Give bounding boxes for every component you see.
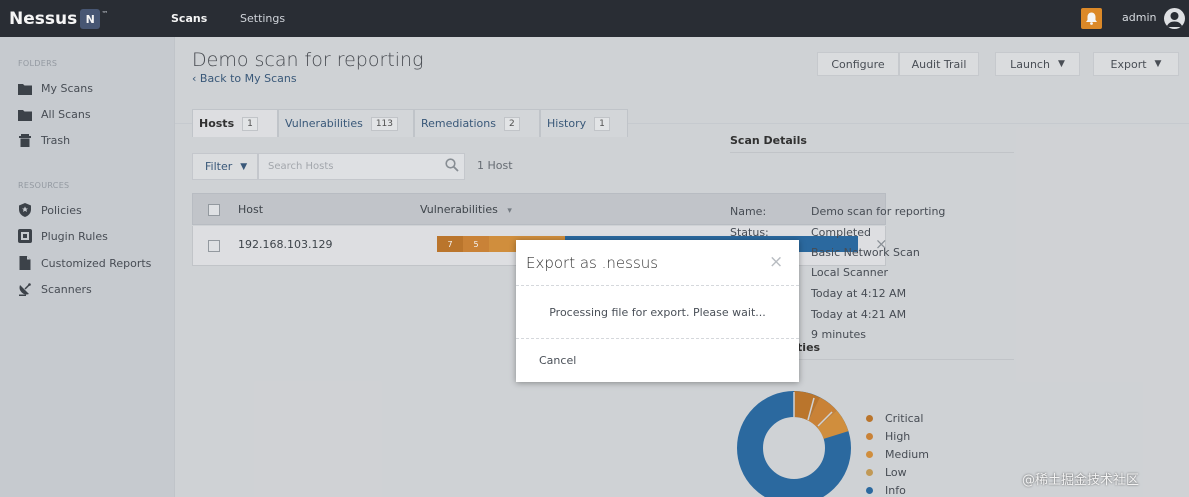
modal-divider [516, 338, 799, 339]
modal-message: Processing file for export. Please wait.… [549, 306, 766, 319]
watermark: @稀土掘金技术社区 [1022, 473, 1140, 488]
modal-title: Export as .nessus [526, 254, 659, 272]
export-modal: Export as .nessus × Processing file for … [516, 240, 799, 382]
close-icon[interactable]: × [769, 252, 783, 272]
cancel-button[interactable]: Cancel [539, 354, 576, 367]
modal-divider [516, 285, 799, 286]
